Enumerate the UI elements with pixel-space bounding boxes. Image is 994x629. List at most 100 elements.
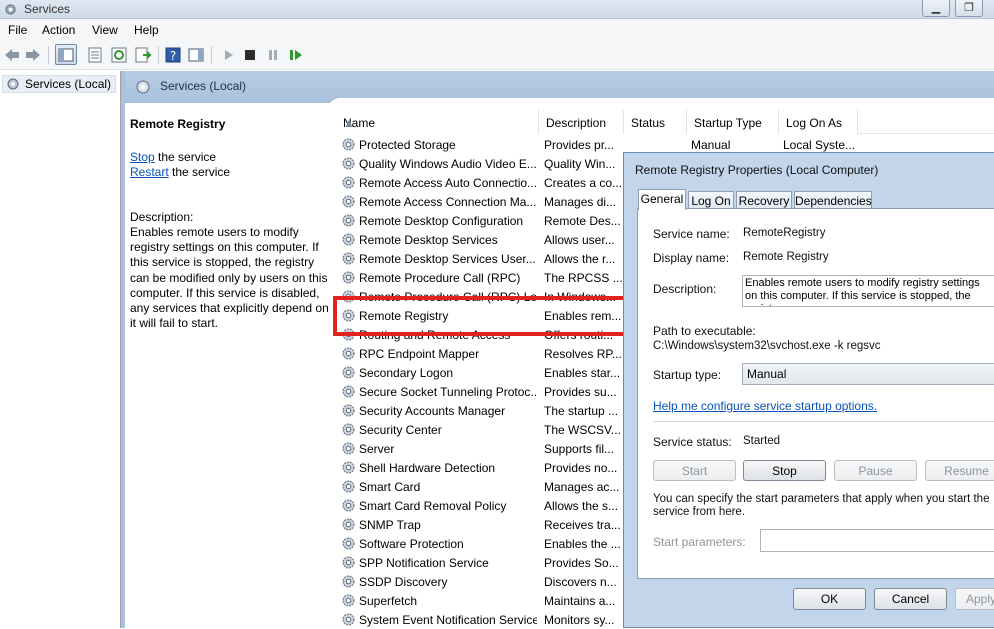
action-pane-icon: [188, 48, 204, 62]
menu-file[interactable]: File: [8, 23, 27, 37]
service-name-cell: Superfetch: [359, 594, 418, 608]
service-name-cell: System Event Notification Service: [359, 613, 537, 627]
service-gear-icon: [342, 442, 355, 455]
tree-item-services-local[interactable]: Services (Local): [2, 75, 117, 93]
cancel-button[interactable]: Cancel: [874, 588, 947, 610]
service-details-panel: Remote Registry Stop the service Restart…: [125, 103, 332, 628]
service-description-cell: Allows user...: [544, 233, 615, 247]
restart-service-link[interactable]: Restart: [130, 165, 169, 179]
menu-action[interactable]: Action: [42, 23, 75, 37]
service-name-cell: Smart Card Removal Policy: [359, 499, 507, 513]
pause-service-button[interactable]: [264, 46, 282, 64]
service-gear-icon: [342, 195, 355, 208]
column-header-startup-type[interactable]: Startup Type: [687, 110, 779, 134]
apply-button[interactable]: Apply: [955, 588, 994, 610]
help-button[interactable]: ?: [164, 46, 182, 64]
resume-button[interactable]: Resume: [925, 460, 994, 481]
service-gear-icon: [342, 271, 355, 284]
service-gear-icon: [342, 214, 355, 227]
restart-icon: [290, 50, 302, 60]
service-gear-icon: [342, 176, 355, 189]
service-name-cell: Secondary Logon: [359, 366, 454, 380]
column-header-label: Description: [546, 116, 607, 130]
service-name-cell: Security Accounts Manager: [359, 404, 506, 418]
service-gear-icon: [342, 252, 355, 265]
startup-type-label: Startup type:: [653, 368, 722, 382]
back-button[interactable]: [3, 46, 21, 64]
properties-list-button[interactable]: [86, 46, 104, 64]
service-gear-icon: [342, 138, 355, 151]
pause-button[interactable]: Pause: [834, 460, 917, 481]
tab-recovery[interactable]: Recovery: [736, 191, 792, 209]
show-hide-console-tree-button[interactable]: [55, 44, 77, 65]
column-header-label: Log On As: [786, 116, 843, 130]
general-tab-panel: Service name: RemoteRegistry Display nam…: [637, 208, 994, 579]
service-name-label: Service name:: [653, 227, 730, 241]
forward-button[interactable]: [24, 46, 42, 64]
toolbar-separator: [158, 46, 159, 64]
service-name-cell: Remote Desktop Configuration: [359, 214, 524, 228]
maximize-button[interactable]: ❐: [955, 0, 983, 17]
restart-service-button[interactable]: [287, 46, 305, 64]
forward-arrow-icon: [26, 49, 40, 61]
start-params-input[interactable]: [760, 529, 994, 552]
description-textbox[interactable]: Enables remote users to modify registry …: [742, 275, 994, 307]
service-gear-icon: [342, 575, 355, 588]
start-params-note: You can specify the start parameters tha…: [653, 493, 990, 518]
restore-icon: ❐: [964, 2, 974, 14]
column-header-description[interactable]: Description: [539, 110, 624, 134]
service-startup-cell: Manual: [691, 138, 731, 152]
service-name-cell: Remote Access Connection Ma...: [359, 195, 537, 209]
service-gear-icon: [342, 233, 355, 246]
services-gear-icon: [136, 80, 150, 94]
service-name-cell: Remote Desktop Services: [359, 233, 498, 247]
svg-text:?: ?: [170, 49, 176, 63]
service-gear-icon: [342, 537, 355, 550]
ok-button[interactable]: OK: [793, 588, 866, 610]
service-gear-icon: [342, 613, 355, 626]
service-name-cell: Quality Windows Audio Video E...: [359, 157, 537, 171]
button-label: Resume: [944, 464, 989, 478]
startup-type-value: Manual: [747, 367, 787, 381]
service-gear-icon: [342, 423, 355, 436]
menu-help[interactable]: Help: [134, 23, 159, 37]
service-name-cell: SSDP Discovery: [359, 575, 448, 589]
divider: [653, 421, 994, 422]
action-pane-button[interactable]: [187, 46, 205, 64]
menu-view[interactable]: View: [92, 23, 118, 37]
column-header-label: Startup Type: [694, 116, 762, 130]
stop-button[interactable]: Stop: [743, 460, 826, 481]
path-value: C:\Windows\system32\svchost.exe -k regsv…: [653, 340, 881, 352]
play-icon: [225, 50, 233, 60]
tab-log-on[interactable]: Log On: [688, 191, 734, 209]
column-header-status[interactable]: Status: [624, 110, 687, 134]
tab-general[interactable]: General: [638, 189, 686, 210]
service-name-cell: Security Center: [359, 423, 442, 437]
export-list-button[interactable]: [134, 46, 152, 64]
column-header-log-on-as[interactable]: Log On As: [779, 110, 858, 134]
toolbar: ?: [0, 41, 994, 70]
service-name-cell: Remote Access Auto Connectio...: [359, 176, 537, 190]
stop-service-button[interactable]: [241, 46, 259, 64]
display-name-value: Remote Registry: [743, 251, 829, 263]
service-description-cell: The WSCSV...: [544, 423, 621, 437]
service-name-cell: Software Protection: [359, 537, 464, 551]
description-text: Enables remote users to modify registry …: [130, 225, 329, 331]
tree-item-label: Services (Local): [25, 77, 112, 91]
start-button[interactable]: Start: [653, 460, 736, 481]
startup-type-select[interactable]: Manual: [742, 363, 994, 385]
refresh-button[interactable]: [110, 46, 128, 64]
service-description-cell: Allows the r...: [544, 252, 616, 266]
stop-service-link[interactable]: Stop: [130, 150, 155, 164]
service-name-cell: Smart Card: [359, 480, 421, 494]
minimize-button[interactable]: ▁: [922, 0, 950, 17]
tab-dependencies[interactable]: Dependencies: [794, 191, 872, 209]
service-name-value: RemoteRegistry: [743, 227, 826, 239]
column-header-name[interactable]: Name ▲: [336, 110, 539, 134]
start-service-button[interactable]: [219, 46, 237, 64]
button-label: Apply: [966, 592, 994, 606]
stop-suffix: the service: [154, 150, 217, 164]
menu-bar: File Action View Help: [0, 19, 994, 41]
help-configure-link[interactable]: Help me configure service startup option…: [653, 399, 877, 413]
service-gear-icon: [342, 404, 355, 417]
